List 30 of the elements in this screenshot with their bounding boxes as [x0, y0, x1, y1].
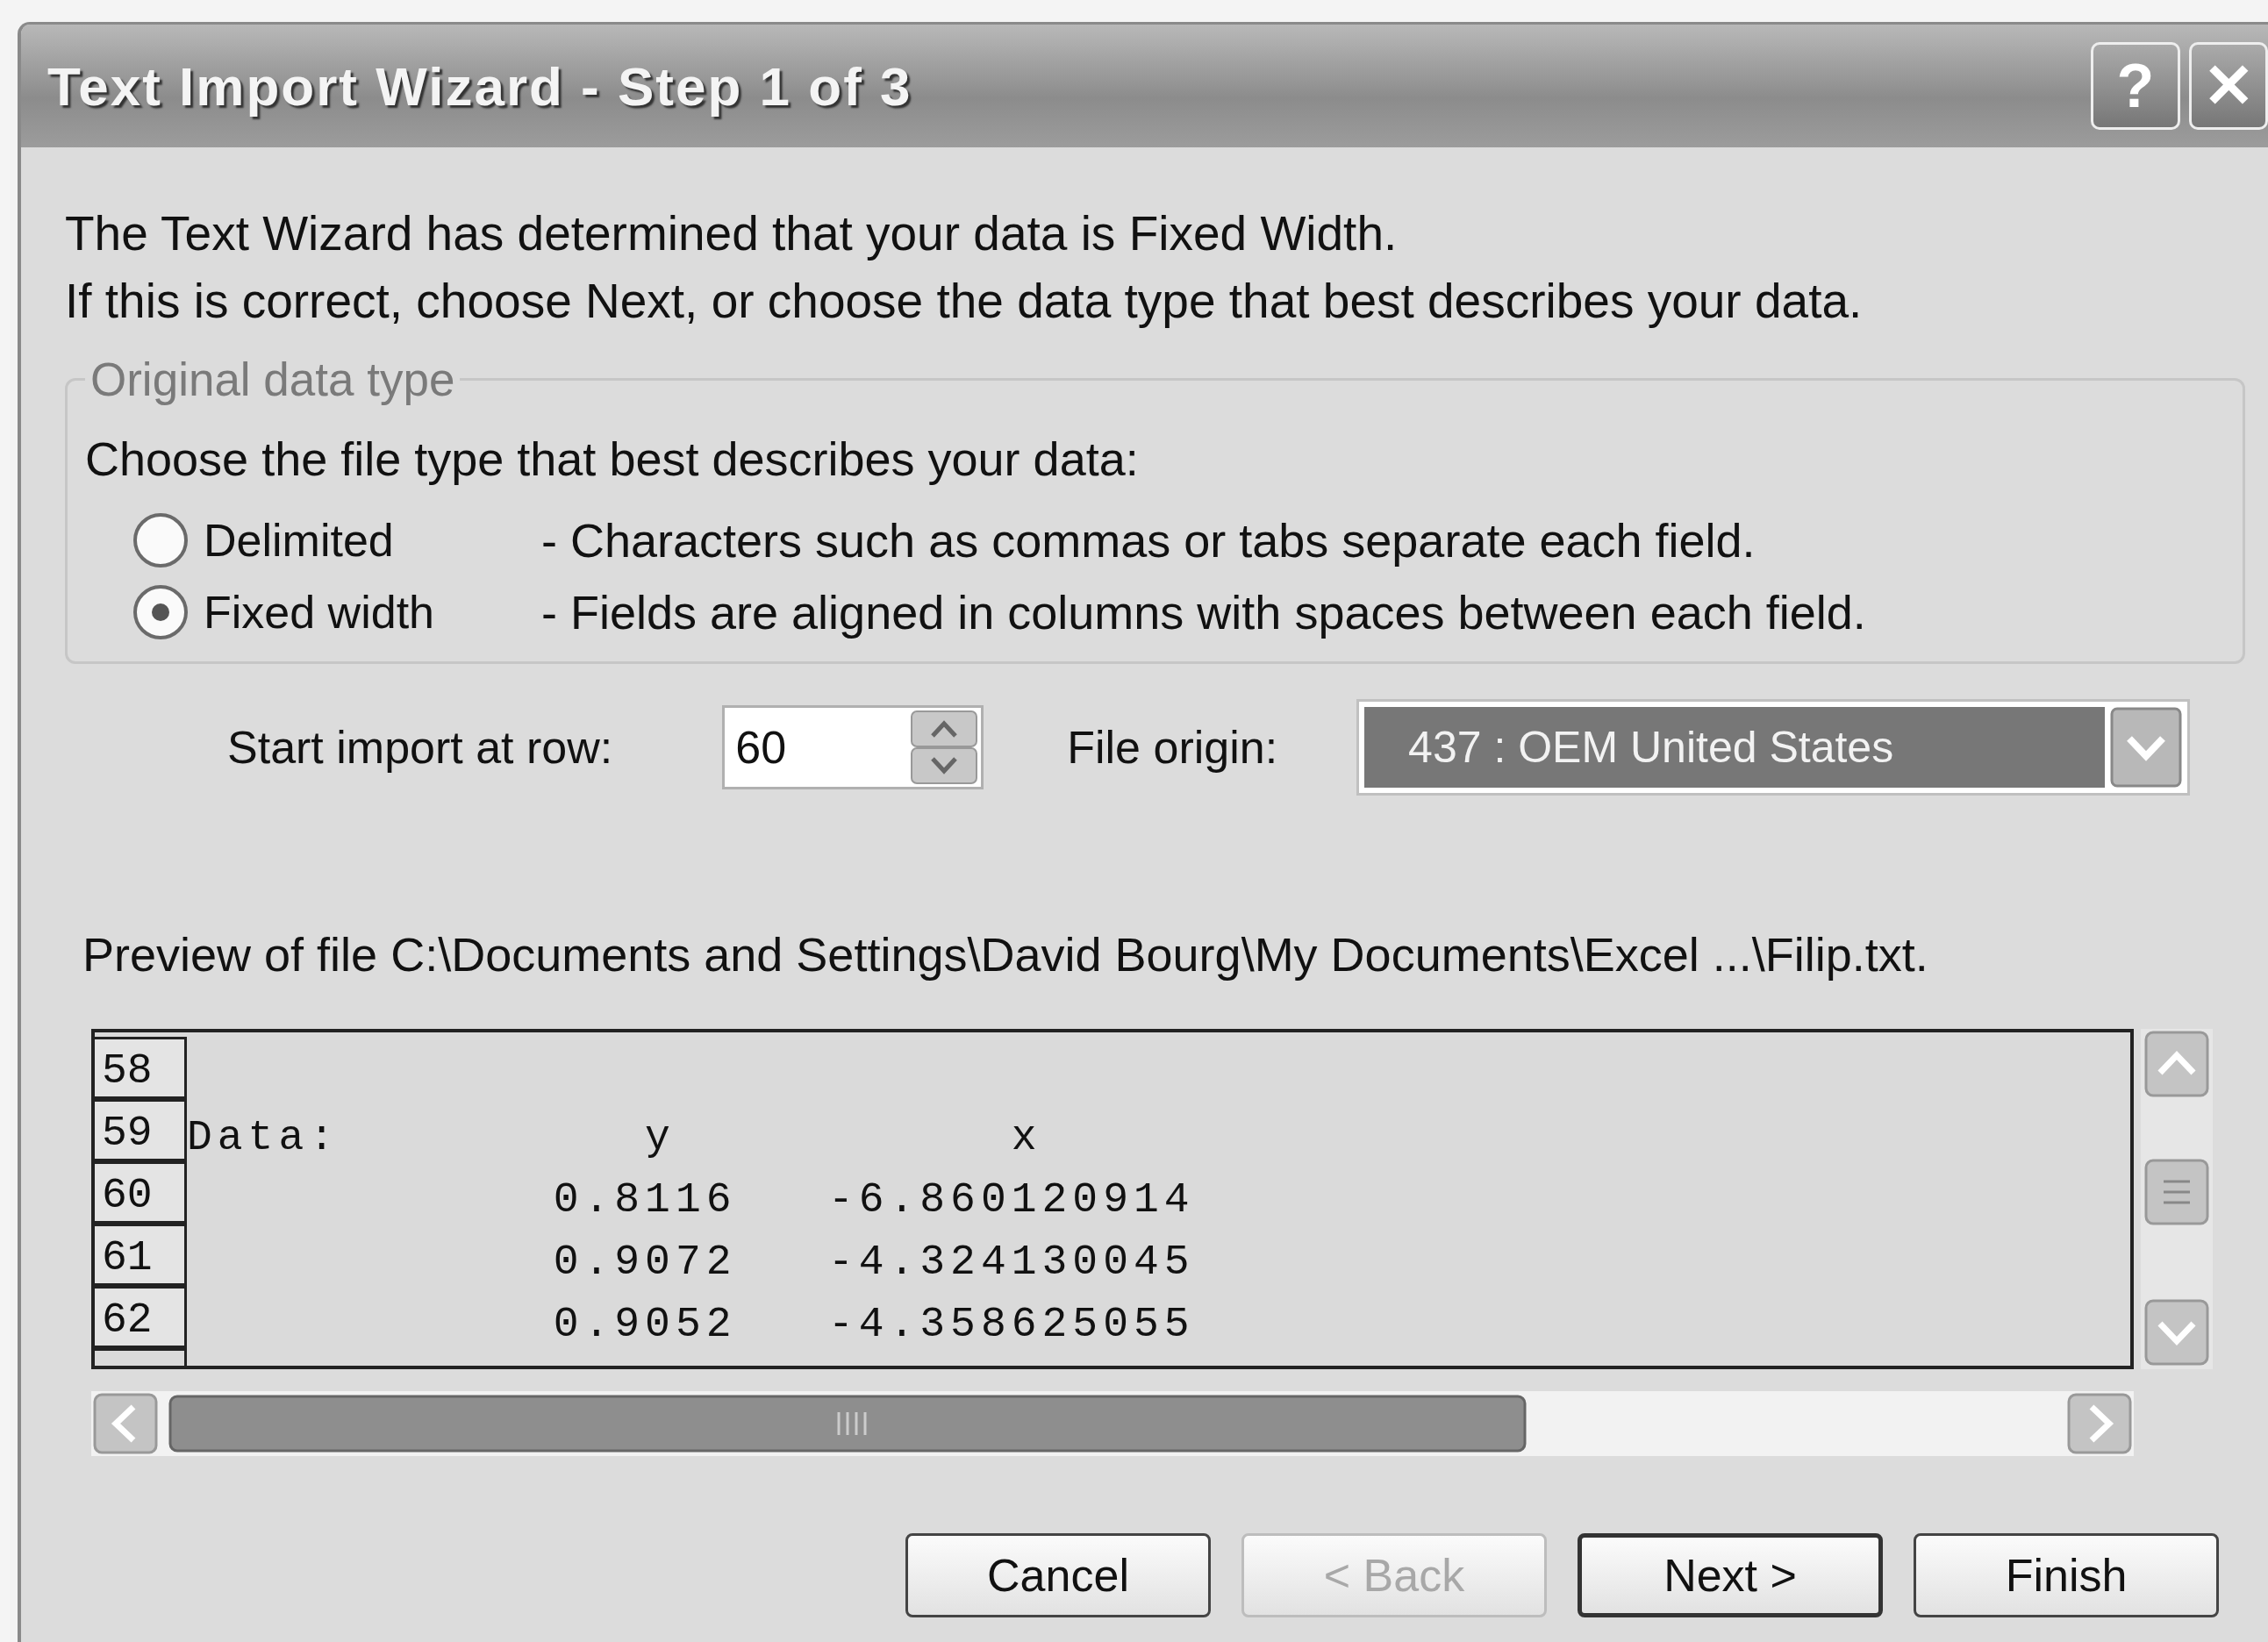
preview-line: 0.9052 -4.358625055 — [552, 1300, 1195, 1348]
option-description: - Fields are aligned in columns with spaces between each field. — [541, 585, 1866, 639]
preview-label: Preview of file C:\Documents and Settings\David Bourg\My Documents\Excel ...\Filip.txt. — [82, 927, 1929, 982]
row-number: 60 — [95, 1161, 187, 1224]
preview-line: 0.8116 -6.860120914 — [552, 1175, 1195, 1224]
vertical-scrollbar[interactable] — [2141, 1029, 2213, 1369]
prompt-text: Choose the file type that best describes your data: — [85, 432, 1140, 485]
start-row-spinbox[interactable]: 60 — [722, 705, 984, 789]
preview-line: 0.9072 -4.324130045 — [552, 1238, 1195, 1286]
window-title: Text Import Wizard - Step 1 of 3 — [47, 54, 913, 118]
option-description: - Characters such as commas or tabs separate each field. — [541, 513, 1756, 568]
instruction-text: The Text Wizard has determined that your data is Fixed Width. — [65, 205, 1399, 262]
chevron-down-icon[interactable] — [2110, 707, 2183, 788]
radio-label[interactable]: Fixed width — [204, 586, 541, 639]
dialog-button[interactable]: Cancel — [905, 1533, 1211, 1617]
horizontal-scrollbar[interactable] — [91, 1391, 2134, 1456]
file-origin-dropdown[interactable]: 437 : OEM United States — [1356, 699, 2191, 796]
row-number: 59 — [95, 1099, 187, 1161]
spin-arrows-icon[interactable] — [910, 710, 979, 785]
group-legend: Original data type — [85, 353, 461, 406]
row-number: 62 — [95, 1286, 187, 1348]
dialog-button[interactable]: Next > — [1578, 1533, 1883, 1617]
preview-line: Data: y x — [187, 1113, 1042, 1161]
row-number: 58 — [95, 1037, 187, 1099]
dialog-button[interactable]: Finish — [1914, 1533, 2219, 1617]
instruction-text: If this is correct, choose Next, or choose the data type that best describes your data. — [65, 273, 1864, 330]
file-origin-label: File origin: — [1067, 721, 1278, 774]
radio-label[interactable]: Delimited — [204, 514, 541, 567]
row-number: 61 — [95, 1224, 187, 1286]
start-row-label: Start import at row: — [227, 721, 613, 774]
